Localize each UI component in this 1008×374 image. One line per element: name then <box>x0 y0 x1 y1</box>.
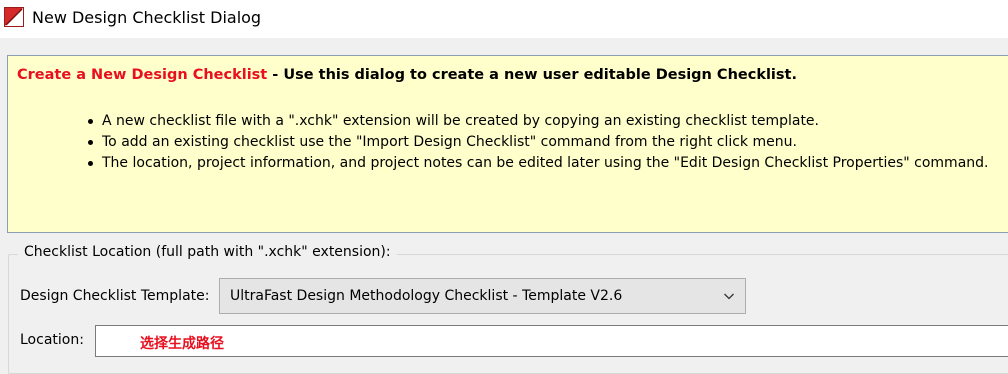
location-group-legend: Checklist Location (full path with ".xch… <box>18 244 397 260</box>
banner-heading-title: Create a New Design Checklist <box>17 67 268 83</box>
template-dropdown[interactable]: UltraFast Design Methodology Checklist -… <box>219 278 746 314</box>
banner-heading: Create a New Design Checklist - Use this… <box>17 67 797 83</box>
template-label: Design Checklist Template: <box>20 288 210 304</box>
bullet-item: A new checklist file with a ".xchk" exte… <box>88 111 988 132</box>
banner-heading-description: - Use this dialog to create a new user e… <box>267 67 797 83</box>
vivado-logo-icon <box>4 7 24 27</box>
banner-bullet-list: A new checklist file with a ".xchk" exte… <box>88 111 988 174</box>
description-banner: Create a New Design Checklist - Use this… <box>7 55 1008 233</box>
chevron-down-icon <box>724 293 734 300</box>
template-dropdown-value: UltraFast Design Methodology Checklist -… <box>230 288 623 304</box>
bullet-item: To add an existing checklist use the "Im… <box>88 132 988 153</box>
window-title: New Design Checklist Dialog <box>32 8 262 27</box>
bullet-item: The location, project information, and p… <box>88 153 988 174</box>
location-input[interactable] <box>95 325 1008 357</box>
annotation-text: 选择生成路径 <box>140 336 224 352</box>
location-label: Location: <box>20 332 84 348</box>
title-bar: New Design Checklist Dialog <box>0 0 1008 38</box>
